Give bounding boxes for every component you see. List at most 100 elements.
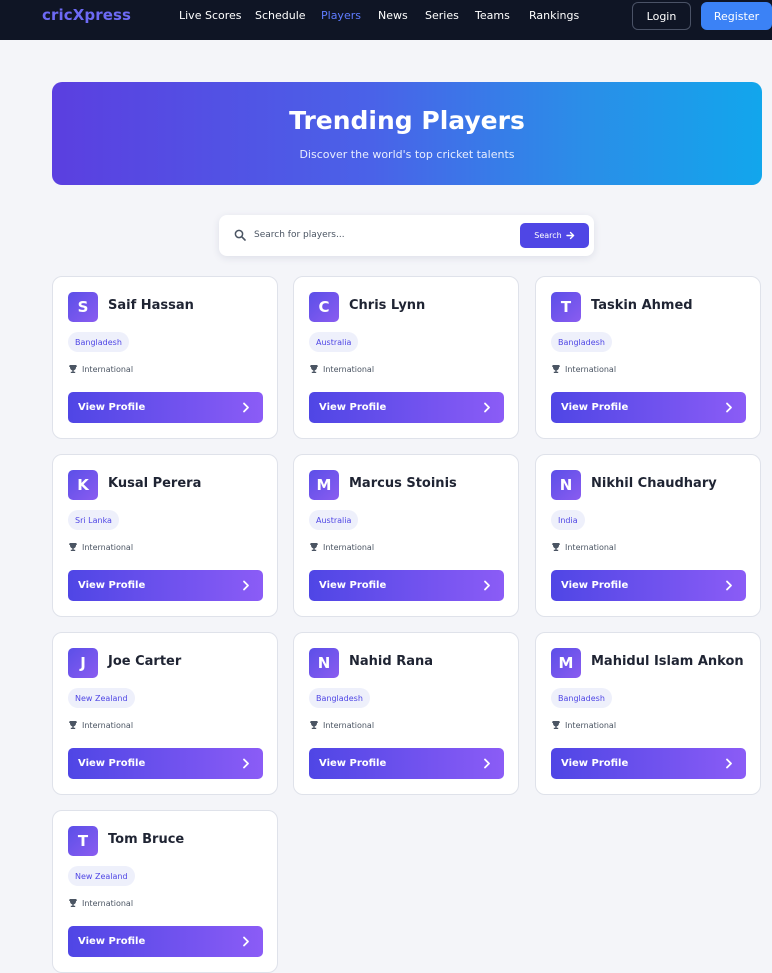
player-level-label: International — [82, 898, 134, 908]
player-level: International — [309, 720, 374, 730]
search-button[interactable]: Search — [520, 223, 589, 248]
chevron-right-icon — [726, 580, 732, 591]
player-card: T Taskin Ahmed Bangladesh International … — [535, 276, 761, 439]
country-badge: India — [551, 510, 585, 530]
player-card: C Chris Lynn Australia International Vie… — [293, 276, 519, 439]
view-profile-button[interactable]: View Profile — [551, 570, 746, 601]
view-profile-label: View Profile — [78, 402, 146, 413]
view-profile-button[interactable]: View Profile — [68, 748, 263, 779]
arrow-right-icon — [566, 231, 574, 240]
view-profile-label: View Profile — [561, 580, 629, 591]
country-badge: Australia — [309, 332, 359, 352]
country-badge: Bangladesh — [68, 332, 129, 352]
view-profile-label: View Profile — [319, 580, 387, 591]
player-name: Nahid Rana — [349, 654, 434, 669]
trophy-icon — [69, 365, 77, 373]
nav-teams[interactable]: Teams — [475, 9, 510, 22]
player-card: J Joe Carter New Zealand International V… — [52, 632, 278, 795]
chevron-right-icon — [484, 758, 490, 769]
login-button[interactable]: Login — [632, 2, 691, 30]
player-name: Nikhil Chaudhary — [591, 476, 717, 491]
nav-series[interactable]: Series — [425, 9, 459, 22]
chevron-right-icon — [243, 936, 249, 947]
register-button[interactable]: Register — [701, 2, 772, 30]
trophy-icon — [552, 721, 560, 729]
search-icon — [234, 229, 246, 241]
nav-schedule[interactable]: Schedule — [255, 9, 306, 22]
view-profile-button[interactable]: View Profile — [309, 392, 504, 423]
trophy-icon — [310, 365, 318, 373]
player-avatar: N — [309, 648, 339, 678]
chevron-right-icon — [484, 580, 490, 591]
nav-rankings[interactable]: Rankings — [529, 9, 579, 22]
nav-news[interactable]: News — [378, 9, 408, 22]
player-name: Saif Hassan — [108, 298, 194, 313]
country-badge: Bangladesh — [551, 332, 612, 352]
view-profile-button[interactable]: View Profile — [309, 570, 504, 601]
player-level: International — [551, 364, 616, 374]
player-avatar: M — [551, 648, 581, 678]
country-badge: Bangladesh — [551, 688, 612, 708]
player-name: Chris Lynn — [349, 298, 426, 313]
player-search-bar: Search — [219, 215, 594, 256]
hero-title: Trending Players — [289, 106, 525, 135]
chevron-right-icon — [726, 758, 732, 769]
player-avatar: K — [68, 470, 98, 500]
player-level-label: International — [565, 542, 617, 552]
chevron-right-icon — [243, 402, 249, 413]
hero-subtitle: Discover the world's top cricket talents — [299, 148, 515, 161]
player-level-label: International — [323, 542, 375, 552]
trophy-icon — [552, 543, 560, 551]
player-level: International — [551, 720, 616, 730]
player-card: N Nahid Rana Bangladesh International Vi… — [293, 632, 519, 795]
nav-players[interactable]: Players — [321, 9, 361, 22]
player-level: International — [309, 364, 374, 374]
chevron-right-icon — [726, 402, 732, 413]
country-badge: New Zealand — [68, 866, 135, 886]
view-profile-label: View Profile — [319, 402, 387, 413]
nav-live-scores[interactable]: Live Scores — [179, 9, 242, 22]
player-level: International — [68, 364, 133, 374]
view-profile-label: View Profile — [78, 580, 146, 591]
player-name: Taskin Ahmed — [591, 298, 693, 313]
view-profile-button[interactable]: View Profile — [68, 392, 263, 423]
view-profile-label: View Profile — [561, 758, 629, 769]
player-name: Marcus Stoinis — [349, 476, 457, 491]
player-name: Mahidul Islam Ankon — [591, 654, 744, 669]
chevron-right-icon — [243, 580, 249, 591]
player-level-label: International — [565, 720, 617, 730]
trophy-icon — [69, 721, 77, 729]
player-level-label: International — [82, 542, 134, 552]
player-name: Joe Carter — [108, 654, 182, 669]
search-button-label: Search — [534, 231, 562, 240]
player-level-label: International — [323, 364, 375, 374]
view-profile-label: View Profile — [319, 758, 387, 769]
player-card: M Marcus Stoinis Australia International… — [293, 454, 519, 617]
player-level: International — [551, 542, 616, 552]
player-card: N Nikhil Chaudhary India International V… — [535, 454, 761, 617]
player-card: S Saif Hassan Bangladesh International V… — [52, 276, 278, 439]
trophy-icon — [310, 721, 318, 729]
hero-banner: Trending Players Discover the world's to… — [52, 82, 762, 185]
player-card: T Tom Bruce New Zealand International Vi… — [52, 810, 278, 973]
country-badge: Sri Lanka — [68, 510, 119, 530]
top-navbar: cricXpress Live Scores Schedule Players … — [0, 0, 772, 40]
country-badge: Australia — [309, 510, 359, 530]
view-profile-button[interactable]: View Profile — [309, 748, 504, 779]
player-level-label: International — [565, 364, 617, 374]
chevron-right-icon — [484, 402, 490, 413]
player-level-label: International — [323, 720, 375, 730]
view-profile-button[interactable]: View Profile — [68, 570, 263, 601]
player-level: International — [68, 542, 133, 552]
view-profile-label: View Profile — [561, 402, 629, 413]
player-search-input[interactable] — [254, 226, 509, 244]
view-profile-label: View Profile — [78, 936, 146, 947]
player-avatar: C — [309, 292, 339, 322]
trophy-icon — [69, 543, 77, 551]
country-badge: Bangladesh — [309, 688, 370, 708]
view-profile-button[interactable]: View Profile — [551, 392, 746, 423]
view-profile-button[interactable]: View Profile — [68, 926, 263, 957]
trophy-icon — [552, 365, 560, 373]
player-level: International — [68, 720, 133, 730]
view-profile-button[interactable]: View Profile — [551, 748, 746, 779]
